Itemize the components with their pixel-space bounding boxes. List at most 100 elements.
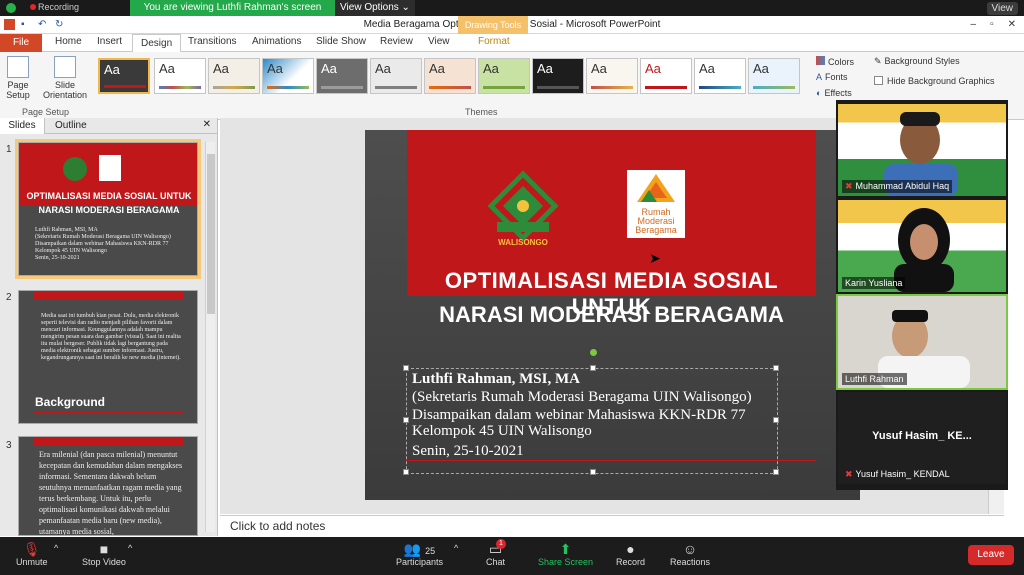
thumb-heading: Background [35,395,106,409]
selected-text-box[interactable]: Luthfi Rahman, MSI, MA (Sekretaris Rumah… [403,349,779,475]
title-bar: ▪ ↶ ↻ Media Beragama Optimalisasi Media … [0,16,1024,34]
participant-center-name: Yusuf Hasim_ KE... [872,430,972,442]
record-button[interactable]: ● Record [616,541,645,567]
page-setup-button[interactable]: Page Setup [4,56,32,100]
theme-thumbnail[interactable]: Aa [98,58,150,94]
emoji-icon: ☺ [682,541,698,557]
tab-animations[interactable]: Animations [252,36,301,47]
tab-home[interactable]: Home [55,36,82,47]
participant-name: Karin Yusliana [842,277,906,289]
view-options-button[interactable]: View Options ⌄ [335,0,415,16]
tab-transitions[interactable]: Transitions [188,36,237,47]
tab-format[interactable]: Format [478,36,510,47]
themes-group-label: Themes [465,107,498,117]
maximize-icon[interactable]: ▫ [990,19,994,30]
theme-thumbnail[interactable]: Aa [586,58,638,94]
close-icon[interactable]: ✕ [1008,19,1016,30]
hide-background-checkbox[interactable]: Hide Background Graphics [874,76,995,86]
minimize-icon[interactable]: – [971,19,977,30]
resize-handle[interactable] [773,417,779,423]
reactions-button[interactable]: ☺ Reactions [670,541,710,567]
theme-thumbnail[interactable]: Aa [316,58,368,94]
resize-handle[interactable] [403,417,409,423]
video-tile[interactable]: Yusuf Hasim_ KE... ✖ Yusuf Hasim_ KENDAL [838,392,1006,484]
theme-thumbnail[interactable]: Aa [208,58,260,94]
thumb-number: 2 [6,292,12,303]
mouse-pointer-icon: ➤ [649,250,661,266]
participant-name: ✖ Muhammad Abidul Haq [842,180,953,193]
view-button[interactable]: View [986,2,1018,15]
video-options-chevron-icon[interactable]: ^ [128,543,132,553]
zoom-shield-icon [6,3,16,13]
unmute-button[interactable]: 🎙 Unmute [16,541,48,567]
colors-button[interactable]: Colors [816,56,854,67]
video-tile-active-speaker[interactable]: Luthfi Rahman [836,294,1008,390]
tab-slide-show[interactable]: Slide Show [316,36,366,47]
walisongo-logo: WALISONGO [487,170,559,247]
scrollbar-thumb[interactable] [207,154,215,314]
slide-thumbnail-2[interactable]: Media saat ini tumbuh kian pesat. Dulu, … [18,290,198,424]
theme-thumbnail[interactable]: Aa [748,58,800,94]
chat-icon: ▭ 1 [486,539,506,557]
theme-thumbnail[interactable]: Aa [478,58,530,94]
resize-handle[interactable] [773,469,779,475]
page-setup-icon [7,56,29,78]
audio-options-chevron-icon[interactable]: ^ [54,543,58,553]
tab-outline[interactable]: Outline [55,120,87,131]
tab-slides[interactable]: Slides [0,118,45,134]
muted-mic-icon: ✖ [845,181,853,191]
video-tile[interactable]: ✖ Muhammad Abidul Haq [838,104,1006,196]
background-styles-button[interactable]: ✎ Background Styles [874,56,960,67]
background-styles-icon: ✎ [874,56,882,66]
chat-button[interactable]: ▭ 1 Chat [486,539,506,567]
tab-design[interactable]: Design [132,34,182,53]
tab-file[interactable]: File [0,34,42,52]
tab-insert[interactable]: Insert [97,36,122,47]
participants-chevron-icon[interactable]: ^ [454,543,458,553]
resize-handle[interactable] [590,469,596,475]
theme-thumbnail[interactable]: Aa [424,58,476,94]
participants-button[interactable]: 👥 25 Participants [396,541,443,567]
notes-pane[interactable]: Click to add notes [220,515,1004,536]
speaker-role: (Sekretaris Rumah Moderasi Beragama UIN … [412,389,752,405]
share-screen-icon: ⬆ [559,541,572,557]
resize-handle[interactable] [403,365,409,371]
leave-button[interactable]: Leave [968,545,1014,565]
rotate-handle[interactable] [590,349,597,356]
theme-thumbnail[interactable]: Aa [694,58,746,94]
group-line: Kelompok 45 UIN Walisongo [412,423,592,439]
close-pane-icon[interactable]: ✕ [203,119,211,130]
theme-thumbnail[interactable]: Aa [154,58,206,94]
video-strip: ✖ Muhammad Abidul Haq Karin Yusliana Luth… [836,100,1008,490]
tab-review[interactable]: Review [380,36,413,47]
thumb-number: 1 [6,144,12,155]
thumb-title-2: NARASI MODERASI BERAGAMA [38,205,180,215]
thumb-body-text: Luthfi Rahman, MSI, MA (Sekretaris Rumah… [35,227,171,261]
slide-thumbnail-3[interactable]: Era milenial (dan pasca milenial) menunt… [18,436,198,536]
theme-thumbnail[interactable]: Aa [370,58,422,94]
effects-button[interactable]: ◐ Effects [816,88,852,98]
resize-handle[interactable] [403,469,409,475]
share-screen-button[interactable]: ⬆ Share Screen [538,541,593,567]
slide-title-line-2: NARASI MODERASI BERAGAMA [439,302,784,327]
slide-orientation-button[interactable]: Slide Orientation [40,56,90,100]
slide-orientation-label: Slide Orientation [42,80,88,100]
thumb-ws-logo [63,157,87,181]
participant-name: ✖ Yusuf Hasim_ KENDAL [845,469,950,479]
page-setup-label: Page Setup [6,80,30,100]
slide-thumbnail-1[interactable]: OPTIMALISASI MEDIA SOSIAL UNTUK NARASI M… [15,139,201,279]
theme-thumbnail[interactable]: Aa [532,58,584,94]
video-tile[interactable]: Karin Yusliana [838,200,1006,292]
resize-handle[interactable] [590,365,596,371]
resize-handle[interactable] [773,365,779,371]
tab-view[interactable]: View [428,36,450,47]
current-slide[interactable]: WALISONGO Rumah Moderasi Beragama OPTIMA… [365,130,860,500]
slides-scrollbar[interactable] [205,142,215,532]
page-setup-group-label: Page Setup [22,107,70,117]
zoom-top-bar: Recording You are viewing Luthfi Rahman'… [0,0,1024,16]
drawing-tools-label: Drawing Tools [458,16,528,34]
theme-thumbnail[interactable]: Aa [640,58,692,94]
theme-thumbnail[interactable]: Aa [262,58,314,94]
stop-video-button[interactable]: ■ Stop Video [82,541,126,567]
fonts-button[interactable]: A Fonts [816,72,848,82]
